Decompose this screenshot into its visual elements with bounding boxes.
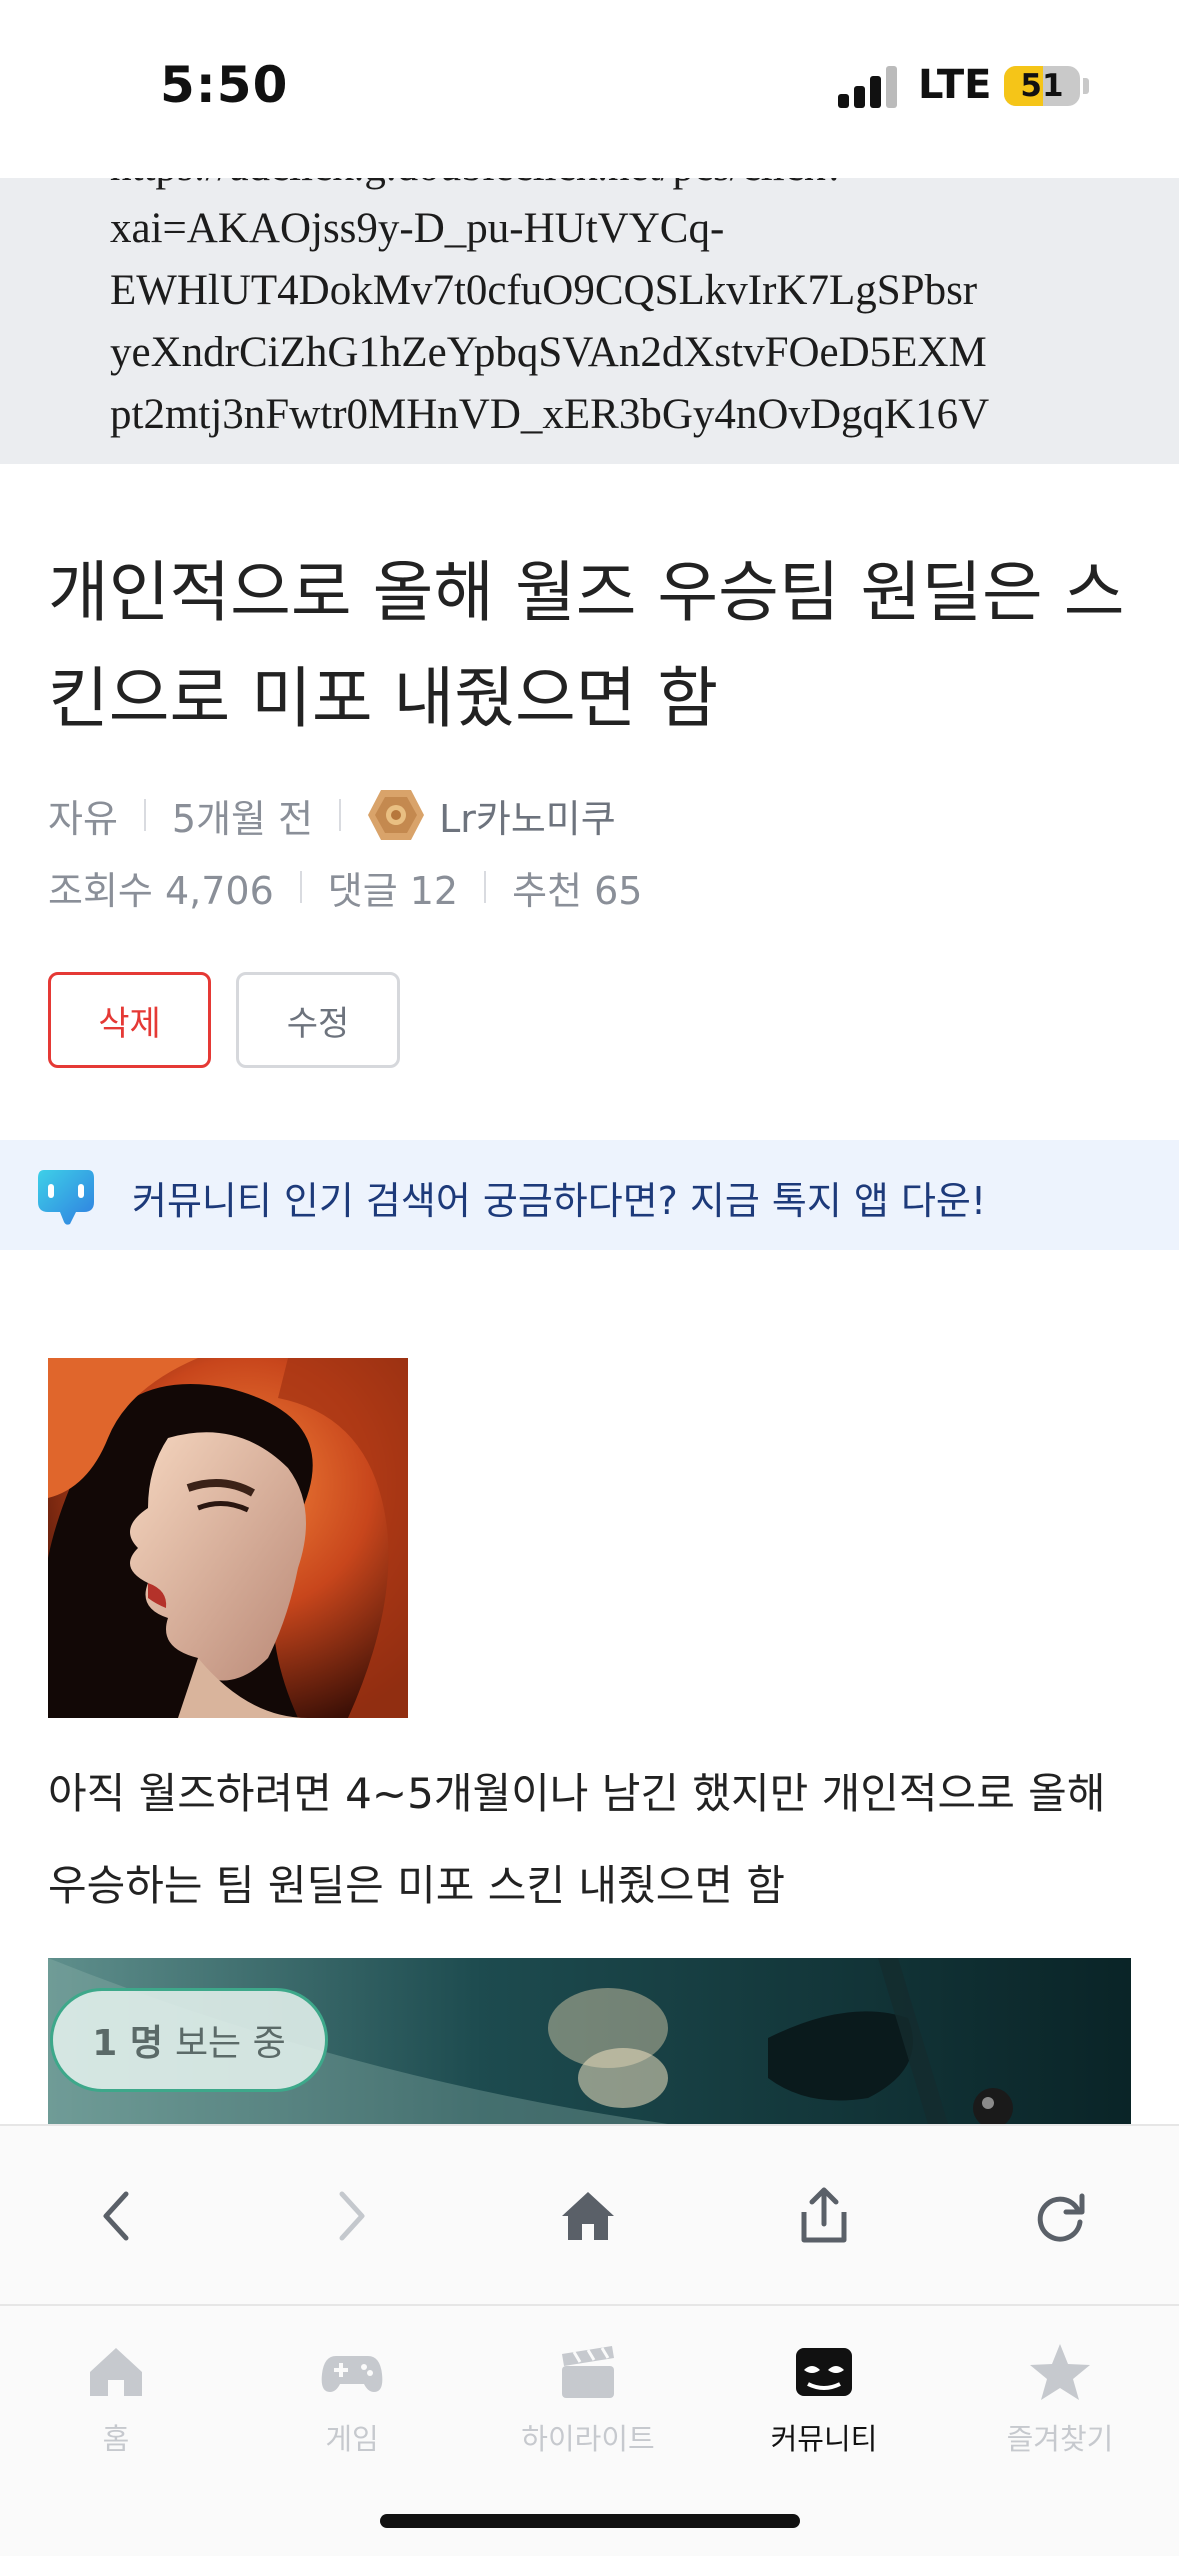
promo-text: 커뮤니티 인기 검색어 궁금하다면? 지금 톡지 앱 다운! [132, 1179, 987, 1223]
clapperboard-icon [562, 2346, 614, 2398]
reload-icon[interactable] [1018, 2174, 1102, 2258]
app-promo-banner[interactable]: 커뮤니티 인기 검색어 궁금하다면? 지금 톡지 앱 다운! [0, 1140, 1179, 1250]
back-icon[interactable] [74, 2174, 158, 2258]
tab-label: 하이라이트 [521, 2422, 655, 2456]
tab-highlight[interactable]: 하이라이트 [488, 2326, 688, 2466]
tab-label: 즐겨찾기 [1006, 2422, 1114, 2456]
divider [299, 871, 302, 903]
divider [484, 871, 487, 903]
ad-url-block[interactable]: https://adclick.g.doubleclick.net/pcs/cl… [0, 178, 1179, 464]
browser-toolbar [0, 2124, 1179, 2304]
post-meta-row: 자유 5개월 전 Lr카노미쿠 [48, 786, 616, 844]
tab-home[interactable]: 홈 [16, 2326, 216, 2466]
ad-url-line: xai=AKAOjss9y-D_pu-HUtVYCq- [110, 205, 725, 252]
community-mask-icon [796, 2348, 852, 2396]
signal-icon [838, 66, 898, 108]
forward-icon[interactable] [310, 2174, 394, 2258]
app-logo-icon [38, 1170, 94, 1225]
post-category[interactable]: 자유 [48, 788, 118, 843]
like-count: 추천 65 [512, 868, 643, 913]
tab-label: 게임 [325, 2422, 379, 2456]
post-stats-row: 조회수 4,706 댓글 12 추천 65 [48, 862, 643, 913]
viewer-suffix: 보는 중 [174, 2023, 286, 2064]
viewer-count: 1 명 [92, 2023, 163, 2064]
ad-url-line: https://adclick.g.doubleclick.net/pcs/cl… [110, 178, 1070, 198]
level-badge-icon [368, 790, 425, 840]
tab-favorites[interactable]: 즐겨찾기 [960, 2326, 1160, 2466]
status-time: 5:50 [160, 56, 289, 114]
ad-url-line: EWHlUT4DokMv7t0cfuO9CQSLkvIrK7LgSPbsr [110, 267, 978, 314]
tab-community[interactable]: 커뮤니티 [724, 2326, 924, 2466]
divider [339, 799, 342, 831]
home-icon[interactable] [546, 2174, 630, 2258]
champion-portrait-image [48, 1358, 408, 1718]
network-label: LTE [918, 62, 992, 108]
author-name[interactable]: Lr카노미쿠 [439, 788, 616, 843]
post-body: 아직 월즈하려면 4~5개월이나 남긴 했지만 개인적으로 올해 우승하는 팀 … [48, 1769, 1106, 1910]
ad-url-line: yeXndrCiZhG1hZeYpbqSVAn2dXstvFOeD5EXM [110, 329, 987, 376]
home-indicator [380, 2514, 800, 2528]
ad-url-line: pt2mtj3nFwtr0MHnVD_xER3bGy4nOvDgqK16V [110, 391, 990, 438]
gamepad-icon [321, 2356, 383, 2392]
post-title: 개인적으로 올해 월즈 우승팀 원딜은 스킨으로 미포 내줬으면 함 [48, 554, 1125, 737]
delete-button[interactable]: 삭제 [48, 972, 211, 1068]
post-image[interactable] [48, 1358, 408, 1718]
battery-level: 51 [1020, 68, 1064, 104]
comment-count: 댓글 12 [327, 868, 459, 913]
divider [143, 799, 146, 831]
home-icon [90, 2348, 142, 2396]
battery-tip [1083, 78, 1089, 94]
battery-icon: 51 [1004, 66, 1080, 106]
view-count: 조회수 4,706 [48, 868, 274, 913]
ad-url-text: https://adclick.g.doubleclick.net/pcs/cl… [110, 178, 1070, 446]
post-time: 5개월 전 [171, 796, 314, 841]
tab-label: 홈 [102, 2422, 130, 2456]
edit-button[interactable]: 수정 [236, 972, 400, 1068]
tab-game[interactable]: 게임 [252, 2326, 452, 2466]
share-icon[interactable] [782, 2174, 866, 2258]
star-icon [1030, 2344, 1090, 2400]
tab-label: 커뮤니티 [770, 2422, 878, 2456]
viewer-count-pill: 1 명 보는 중 [50, 1988, 328, 2092]
status-bar: 5:50 LTE 51 [0, 0, 1179, 178]
